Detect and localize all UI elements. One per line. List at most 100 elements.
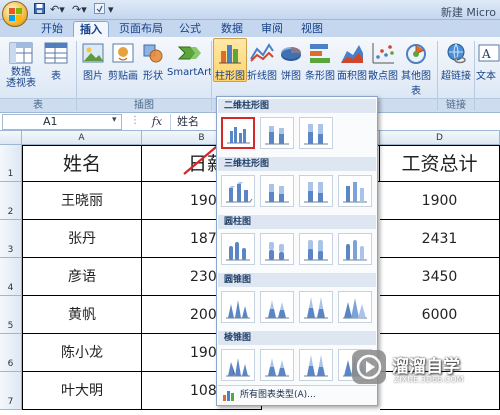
chart-option-100pct-stacked-cylinder[interactable] bbox=[299, 233, 333, 265]
picture-icon bbox=[80, 41, 106, 65]
bar-chart-button[interactable]: 条形图 bbox=[304, 41, 336, 82]
chart-option-stacked-column[interactable] bbox=[260, 117, 294, 149]
save-icon[interactable] bbox=[34, 3, 45, 17]
chart-option-clustered-pyramid[interactable] bbox=[221, 349, 255, 381]
row-header-2[interactable]: 2 bbox=[0, 182, 22, 220]
tab-formulas[interactable]: 公式 bbox=[170, 21, 210, 37]
all-chart-types-label: 所有图表类型(A)... bbox=[240, 390, 316, 400]
chart-option-stacked-pyramid[interactable] bbox=[260, 349, 294, 381]
shapes-label: 形状 bbox=[143, 71, 163, 82]
cell-header-total-salary[interactable]: 工资总计 bbox=[380, 145, 500, 182]
tab-review[interactable]: 审阅 bbox=[252, 21, 292, 37]
quick-access-dropdown-icon[interactable]: ▾ bbox=[108, 3, 114, 16]
chart-option-3d-column[interactable] bbox=[338, 175, 372, 207]
3d-clustered-column-icon bbox=[226, 182, 253, 203]
office-button[interactable] bbox=[2, 1, 28, 27]
section-title-pyramid: 棱锥图 bbox=[218, 331, 376, 345]
undo-icon[interactable]: ↶▾ bbox=[50, 3, 65, 16]
percent-pyramid-icon bbox=[304, 355, 328, 377]
chart-option-clustered-column[interactable] bbox=[221, 117, 255, 149]
customize-icon[interactable] bbox=[94, 3, 105, 17]
chart-option-3d-stacked-column[interactable] bbox=[260, 175, 294, 207]
textbox-button[interactable]: A 文本 bbox=[476, 41, 500, 82]
row-header-3[interactable]: 3 bbox=[0, 220, 22, 258]
shapes-button[interactable]: 形状 bbox=[140, 41, 166, 82]
tab-page-layout[interactable]: 页面布局 bbox=[112, 21, 170, 37]
3d-cone-icon bbox=[343, 298, 367, 319]
smartart-button[interactable]: SmartArt bbox=[167, 41, 213, 78]
hyperlink-button[interactable]: 超链接 bbox=[440, 41, 472, 82]
percent-stacked-column-icon bbox=[304, 124, 328, 145]
cell-header-name[interactable]: 姓名 bbox=[22, 145, 142, 182]
chart-option-3d-100pct-stacked-column[interactable] bbox=[299, 175, 333, 207]
redo-icon[interactable]: ↷▾ bbox=[72, 3, 87, 16]
smartart-label: SmartArt bbox=[167, 67, 213, 78]
tab-data[interactable]: 数据 bbox=[212, 21, 252, 37]
table-cell[interactable]: 2431 bbox=[380, 220, 500, 258]
row-number: 3 bbox=[7, 245, 14, 255]
section-title-3d-column: 三维柱形图 bbox=[218, 157, 376, 171]
row-header-5[interactable]: 5 bbox=[0, 296, 22, 334]
table-cell[interactable]: 6000 bbox=[380, 296, 500, 334]
table-cell[interactable]: 彦语 bbox=[22, 258, 142, 296]
stacked-pyramid-icon bbox=[265, 358, 289, 377]
stacked-cone-icon bbox=[265, 300, 289, 319]
name-box-dropdown-icon[interactable]: ▾ bbox=[112, 115, 117, 125]
table-cell[interactable]: 张丹 bbox=[22, 220, 142, 258]
table-cell[interactable]: 1900 bbox=[380, 182, 500, 220]
row-header-1[interactable]: 1 bbox=[0, 145, 22, 182]
clipart-button[interactable]: 剪贴画 bbox=[106, 41, 140, 82]
other-charts-icon bbox=[403, 41, 429, 65]
table-label: 表 bbox=[51, 71, 61, 82]
chart-option-clustered-cone[interactable] bbox=[221, 291, 255, 323]
select-all-corner[interactable] bbox=[0, 131, 22, 145]
column-header-a[interactable]: A bbox=[22, 131, 142, 145]
picture-button[interactable]: 图片 bbox=[80, 41, 106, 82]
bar-chart-label: 条形图 bbox=[305, 71, 335, 82]
smartart-icon bbox=[176, 41, 202, 65]
area-chart-label: 面积图 bbox=[337, 71, 367, 82]
title-bar: ↶▾ ↷▾ ▾ 新建 Micro bbox=[0, 0, 500, 27]
chart-option-3d-clustered-column[interactable] bbox=[221, 175, 255, 207]
chart-option-clustered-cylinder[interactable] bbox=[221, 233, 255, 265]
column-header-d[interactable]: D bbox=[380, 131, 500, 145]
pie-chart-button[interactable]: 饼图 bbox=[278, 41, 304, 82]
chart-option-3d-cone[interactable] bbox=[338, 291, 372, 323]
column-chart-icon bbox=[217, 41, 243, 65]
table-cell[interactable]: 王晓丽 bbox=[22, 182, 142, 220]
table-cell[interactable]: 叶大明 bbox=[22, 372, 142, 410]
fx-icon[interactable]: fx bbox=[146, 114, 168, 130]
tab-view[interactable]: 视图 bbox=[292, 21, 332, 37]
chart-option-100pct-stacked-cone[interactable] bbox=[299, 291, 333, 323]
scatter-chart-label: 散点图 bbox=[368, 71, 398, 82]
clustered-cone-icon bbox=[226, 300, 250, 319]
chart-option-100pct-stacked-pyramid[interactable] bbox=[299, 349, 333, 381]
watermark-logo-icon bbox=[352, 350, 386, 384]
area-chart-button[interactable]: 面积图 bbox=[336, 41, 368, 82]
group-text-label bbox=[475, 98, 500, 112]
scatter-chart-button[interactable]: 散点图 bbox=[368, 41, 398, 82]
pivot-table-icon bbox=[8, 41, 34, 65]
chart-option-3d-cylinder[interactable] bbox=[338, 233, 372, 265]
row-header-7[interactable]: 7 bbox=[0, 372, 22, 410]
line-chart-button[interactable]: 折线图 bbox=[246, 41, 278, 82]
pivot-table-button[interactable]: 数据 透视表 bbox=[4, 41, 38, 89]
column-chart-button[interactable]: 柱形图 bbox=[214, 41, 246, 82]
table-cell[interactable]: 陈小龙 bbox=[22, 334, 142, 372]
clipart-label: 剪贴画 bbox=[108, 71, 138, 82]
chart-option-stacked-cone[interactable] bbox=[260, 291, 294, 323]
other-charts-label: 其他图表 bbox=[401, 71, 431, 97]
other-charts-button[interactable]: 其他图表 bbox=[398, 41, 434, 97]
table-button[interactable]: 表 bbox=[42, 41, 70, 82]
tab-home[interactable]: 开始 bbox=[32, 21, 72, 37]
table-cell[interactable]: 黄帆 bbox=[22, 296, 142, 334]
group-illustrations-label: 插图 bbox=[77, 98, 211, 112]
row-header-6[interactable]: 6 bbox=[0, 334, 22, 372]
chart-option-100pct-stacked-column[interactable] bbox=[299, 117, 333, 149]
name-box[interactable]: A1 bbox=[2, 114, 122, 130]
bar-chart-icon bbox=[307, 41, 333, 65]
chart-option-stacked-cylinder[interactable] bbox=[260, 233, 294, 265]
table-cell[interactable]: 3450 bbox=[380, 258, 500, 296]
row-header-4[interactable]: 4 bbox=[0, 258, 22, 296]
tab-insert[interactable]: 插入 bbox=[73, 21, 109, 37]
